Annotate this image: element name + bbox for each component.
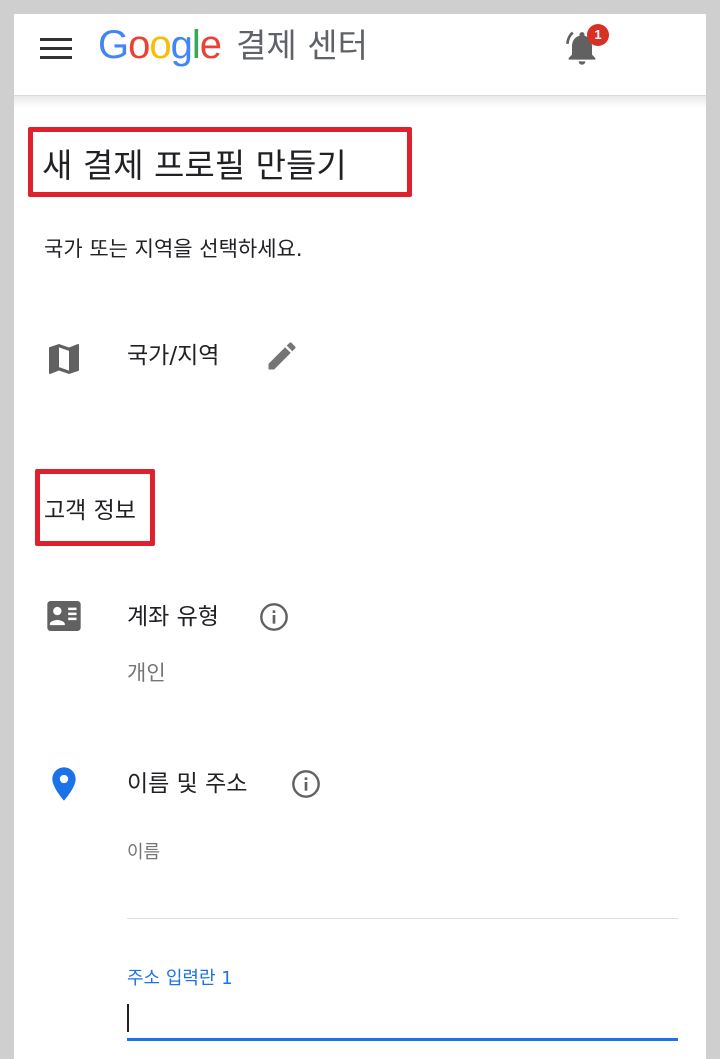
logo-letter: o xyxy=(128,23,150,67)
location-pin-icon xyxy=(44,764,84,804)
info-icon[interactable] xyxy=(290,768,322,800)
info-icon[interactable] xyxy=(258,601,290,633)
instruction-text: 국가 또는 지역을 선택하세요. xyxy=(44,237,303,261)
logo-letter: l xyxy=(191,23,201,67)
card-top-edge xyxy=(14,96,706,108)
logo-letter: g xyxy=(170,23,193,67)
country-region-label: 국가/지역 xyxy=(127,343,220,369)
name-address-label: 이름 및 주소 xyxy=(127,771,248,797)
pencil-edit-icon[interactable] xyxy=(264,338,300,374)
app-window: Google 결제 센터 1 새 결제 프로필 만들기 국가 또는 지역을 선택… xyxy=(14,14,706,1059)
map-icon xyxy=(44,339,84,379)
text-cursor xyxy=(127,1004,129,1032)
account-type-label: 계좌 유형 xyxy=(127,604,219,630)
name-field[interactable] xyxy=(127,872,678,912)
name-field-underline xyxy=(127,918,678,919)
account-type-value: 개인 xyxy=(127,661,166,685)
name-field-label: 이름 xyxy=(127,842,161,863)
app-bar: Google 결제 센터 1 xyxy=(14,14,706,96)
section-heading-customer-info: 고객 정보 xyxy=(44,498,136,524)
address-line1-field[interactable] xyxy=(127,998,678,1038)
logo-letter: o xyxy=(149,23,171,67)
notification-badge: 1 xyxy=(587,24,609,46)
logo-letter: e xyxy=(199,23,222,67)
logo-letter: G xyxy=(98,23,129,67)
product-name: 결제 센터 xyxy=(236,26,368,65)
address-line1-label: 주소 입력란 1 xyxy=(127,968,233,989)
google-logo: Google xyxy=(98,20,222,70)
hamburger-menu-icon[interactable] xyxy=(38,34,74,64)
address-line1-underline xyxy=(127,1038,678,1041)
contact-card-icon xyxy=(44,596,84,636)
page-title: 새 결제 프로필 만들기 xyxy=(42,146,347,185)
